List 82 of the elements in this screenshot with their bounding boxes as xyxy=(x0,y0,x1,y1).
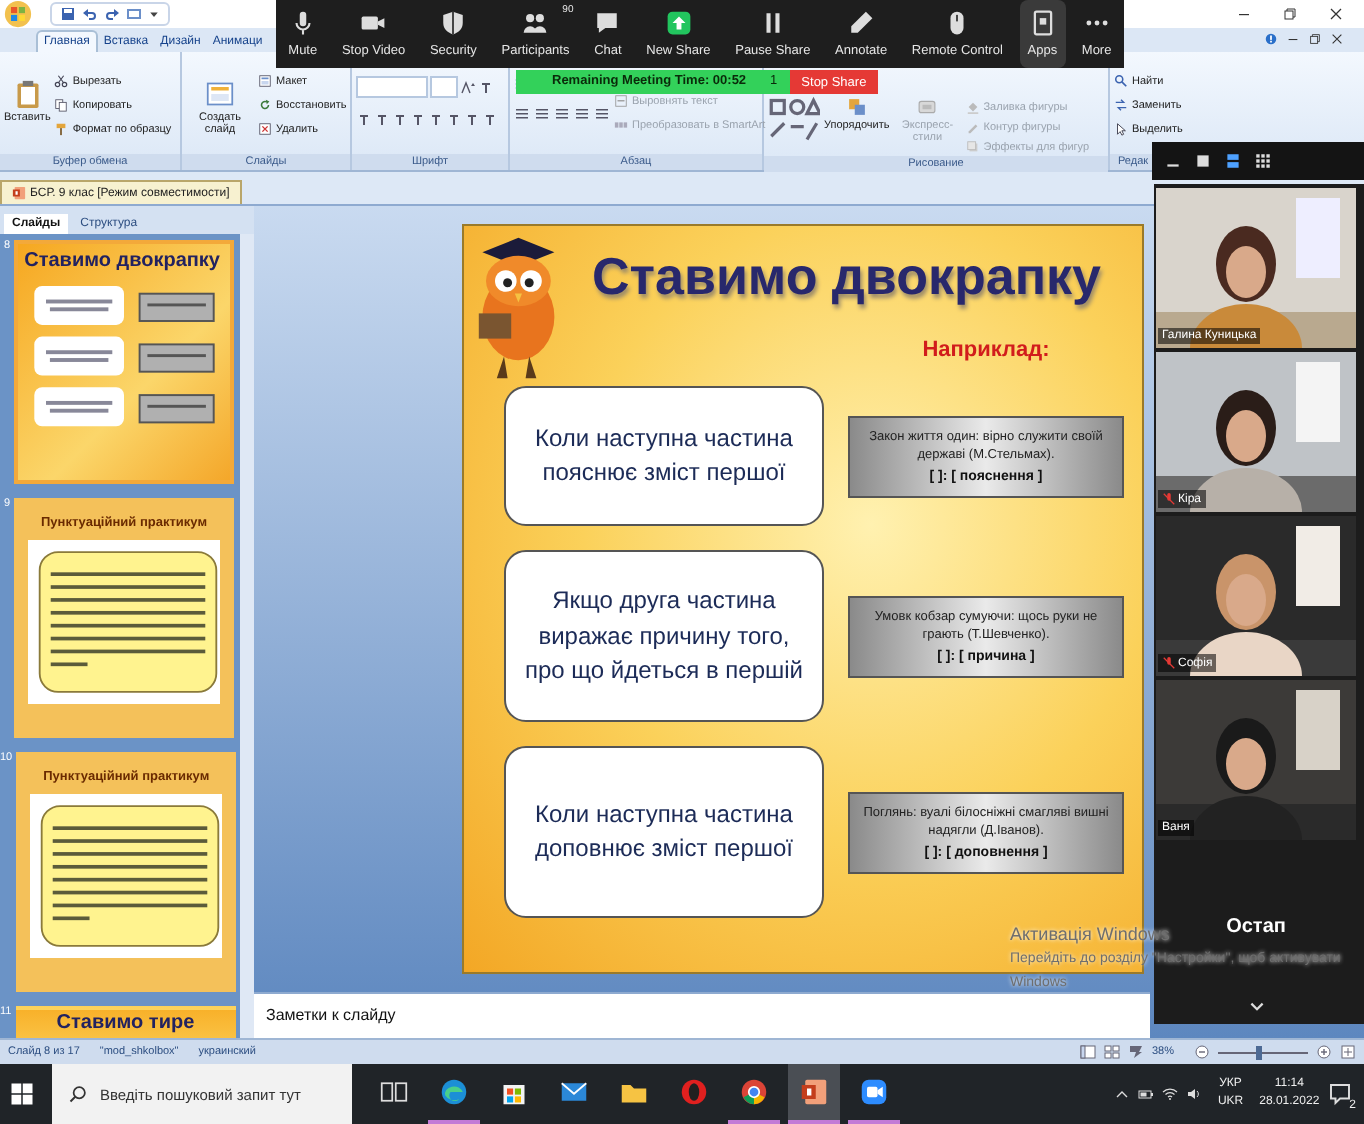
search-icon xyxy=(1114,74,1128,89)
undo-icon[interactable] xyxy=(82,6,98,23)
thumbnail-title: Ставимо тире xyxy=(54,1010,197,1037)
format-icon[interactable] xyxy=(482,112,498,129)
example-label: Наприклад: xyxy=(920,338,1052,363)
apps-icon xyxy=(1029,10,1056,36)
chat-icon xyxy=(594,10,621,36)
chevron-up-icon[interactable] xyxy=(1113,1086,1130,1103)
slideshow-icon[interactable] xyxy=(1127,1044,1144,1061)
format-icon[interactable] xyxy=(446,112,462,129)
grow-font-icon[interactable] xyxy=(460,79,476,96)
volume-icon[interactable] xyxy=(1185,1086,1202,1103)
restore-icon[interactable] xyxy=(1308,32,1322,47)
reset-icon xyxy=(258,98,272,113)
save-icon[interactable] xyxy=(60,6,76,23)
fill-icon xyxy=(965,100,980,115)
format-icon[interactable] xyxy=(478,79,494,96)
format-icon[interactable] xyxy=(374,112,390,129)
zoom-in-icon[interactable] xyxy=(1316,1044,1332,1061)
arrange-icon xyxy=(847,98,866,117)
share-icon xyxy=(665,10,692,36)
font-name-field[interactable] xyxy=(356,76,428,99)
align-icon[interactable] xyxy=(554,106,570,123)
format-icon[interactable] xyxy=(392,112,408,129)
scissors-icon xyxy=(54,74,69,89)
redo-icon[interactable] xyxy=(104,6,120,23)
thumbnail-title: Ставимо двокрапку xyxy=(22,248,222,277)
slide-icon xyxy=(206,80,234,109)
zoom-out-icon[interactable] xyxy=(1194,1044,1210,1061)
align-icon[interactable] xyxy=(534,106,550,123)
format-icon[interactable] xyxy=(410,112,426,129)
search-icon xyxy=(68,1084,88,1105)
office-logo-icon[interactable] xyxy=(4,0,32,29)
zoom-slider[interactable] xyxy=(1256,1045,1263,1060)
windows-logo-icon[interactable] xyxy=(10,1082,34,1107)
align-icon[interactable] xyxy=(594,106,610,123)
help-icon[interactable] xyxy=(1264,32,1278,47)
effects-icon xyxy=(965,140,980,155)
restore-icon[interactable] xyxy=(1282,6,1298,23)
presentation-app-icon xyxy=(12,186,26,201)
delete-icon xyxy=(258,122,272,137)
participant-name: Остап xyxy=(1226,916,1286,938)
align-icon[interactable] xyxy=(514,106,530,123)
slide-thumbnail[interactable]: Ставимо двокрапку xyxy=(14,240,234,485)
format-icon[interactable] xyxy=(428,112,444,129)
clipboard-icon xyxy=(13,80,42,109)
fit-icon[interactable] xyxy=(1340,1044,1356,1061)
battery-icon[interactable] xyxy=(1137,1086,1154,1103)
format-icon[interactable] xyxy=(464,112,480,129)
close-icon[interactable] xyxy=(1328,6,1344,23)
presentation-app-icon[interactable] xyxy=(788,1064,840,1124)
font-size-field[interactable] xyxy=(430,76,458,99)
muted-microphone-icon xyxy=(1162,492,1176,506)
slide-thumbnail[interactable]: Ставимо тире xyxy=(15,1006,236,1039)
brush-icon xyxy=(54,122,69,137)
copy-icon xyxy=(54,98,69,113)
close-icon[interactable] xyxy=(1330,32,1344,47)
layout-icon xyxy=(258,74,272,89)
shield-icon xyxy=(440,10,467,36)
pen-icon xyxy=(965,120,980,135)
normal-view-icon[interactable] xyxy=(1079,1044,1096,1061)
speaker-view-icon[interactable] xyxy=(1224,152,1242,170)
format-icon[interactable] xyxy=(356,112,372,129)
single-view-icon[interactable] xyxy=(1194,152,1212,170)
sorter-view-icon[interactable] xyxy=(1103,1044,1120,1061)
smartart-icon xyxy=(614,118,628,133)
scrollbar[interactable] xyxy=(240,234,254,1039)
pen-icon xyxy=(848,10,875,36)
caret-icon[interactable] xyxy=(148,8,160,21)
slide-title: Ставимо двокрапку xyxy=(592,244,1101,309)
cursor-icon xyxy=(1114,122,1128,137)
align-icon[interactable] xyxy=(574,106,590,123)
replace-icon xyxy=(1114,98,1128,113)
gallery-view-icon[interactable] xyxy=(1254,152,1272,170)
muted-microphone-icon xyxy=(1162,656,1176,670)
wifi-icon[interactable] xyxy=(1161,1086,1178,1103)
chevron-down-icon[interactable] xyxy=(1247,998,1265,1016)
people-icon xyxy=(522,10,549,36)
styles-icon xyxy=(918,98,937,117)
notification-icon[interactable] xyxy=(1327,1082,1352,1107)
text-align-icon xyxy=(614,94,628,109)
notes-field[interactable]: Заметки к слайду xyxy=(254,992,1150,1039)
